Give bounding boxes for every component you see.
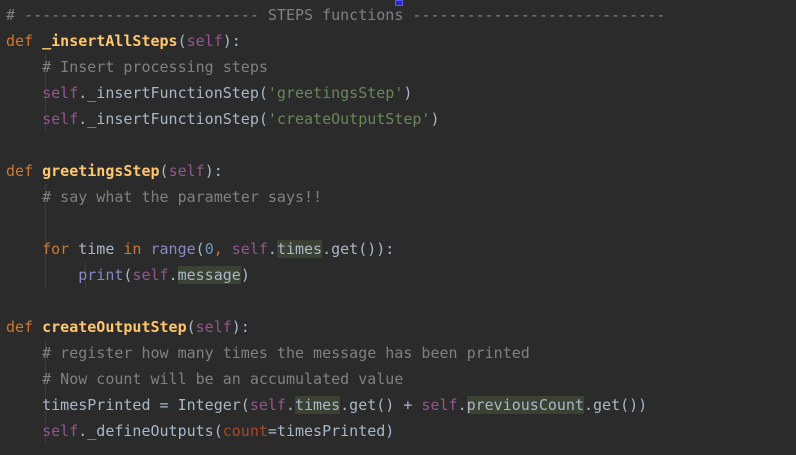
code-token: # Now count will be an accumulated value: [42, 370, 404, 388]
code-token: ): [403, 84, 413, 102]
code-token: message: [177, 266, 241, 284]
code-line: self._defineOutputs(count=timesPrinted): [6, 418, 394, 444]
code-token: (: [177, 32, 187, 50]
code-token: .get()): [584, 396, 648, 414]
code-token: def: [6, 32, 43, 50]
code-token: (: [159, 162, 169, 180]
code-token: ):: [231, 318, 250, 336]
code-token: ._insertFunctionStep(: [78, 110, 268, 128]
code-token: .: [168, 266, 178, 284]
code-line: def _insertAllSteps(self):: [6, 28, 241, 54]
code-token: previousCount: [466, 396, 584, 414]
code-token: range: [150, 240, 196, 258]
code-token: (: [195, 240, 205, 258]
code-token: in: [123, 240, 151, 258]
code-line: for time in range(0, self.times.get()):: [6, 236, 394, 262]
code-line: def createOutputStep(self):: [6, 314, 250, 340]
code-line: # -------------------------- STEPS funct…: [6, 2, 665, 28]
code-token: # register how many times the message ha…: [42, 344, 530, 362]
code-token: self: [186, 32, 223, 50]
code-token: (: [186, 318, 196, 336]
code-token: count: [222, 422, 268, 440]
code-token: times: [295, 396, 341, 414]
code-token: times: [276, 240, 323, 258]
code-token: 0: [204, 240, 214, 258]
code-token: .: [285, 396, 295, 414]
code-token: time: [78, 240, 124, 258]
code-token: self: [421, 396, 458, 414]
code-token: .: [457, 396, 467, 414]
code-line: def greetingsStep(self):: [6, 158, 223, 184]
code-token: =timesPrinted): [267, 422, 395, 440]
code-line: self._insertFunctionStep('greetingsStep'…: [6, 80, 412, 106]
code-token: def: [6, 318, 43, 336]
code-token: ._defineOutputs(: [78, 422, 223, 440]
code-token: self: [42, 84, 79, 102]
code-line: # Insert processing steps: [6, 54, 268, 80]
code-token: ): [430, 110, 440, 128]
code-line: timesPrinted = Integer(self.times.get() …: [6, 392, 647, 418]
scroll-marker: [395, 0, 403, 6]
code-token: self: [195, 318, 232, 336]
code-token: self: [132, 266, 169, 284]
code-token: self: [42, 422, 79, 440]
code-line: # Now count will be an accumulated value: [6, 366, 403, 392]
code-token: self: [168, 162, 205, 180]
code-editor[interactable]: # -------------------------- STEPS funct…: [0, 0, 796, 455]
code-token: greetingsStep: [42, 162, 160, 180]
code-token: .get()):: [322, 240, 395, 258]
code-token: .get() +: [340, 396, 422, 414]
code-token: timesPrinted = Integer(: [42, 396, 250, 414]
code-line: # say what the parameter says!!: [6, 184, 322, 210]
code-token: # -------------------------- STEPS funct…: [6, 6, 666, 24]
code-token: ):: [204, 162, 223, 180]
code-token: 'greetingsStep': [267, 84, 404, 102]
code-token: ._insertFunctionStep(: [78, 84, 268, 102]
code-token: def: [6, 162, 43, 180]
code-token: 'createOutputStep': [267, 110, 431, 128]
code-token: ):: [222, 32, 241, 50]
code-token: for: [42, 240, 79, 258]
code-line: # register how many times the message ha…: [6, 340, 530, 366]
code-token: createOutputStep: [42, 318, 187, 336]
code-token: self: [231, 240, 268, 258]
code-line: print(self.message): [6, 262, 250, 288]
code-token: # say what the parameter says!!: [42, 188, 323, 206]
code-token: print: [78, 266, 124, 284]
code-token: _insertAllSteps: [42, 32, 178, 50]
code-token: self: [42, 110, 79, 128]
code-line: self._insertFunctionStep('createOutputSt…: [6, 106, 440, 132]
code-token: self: [249, 396, 286, 414]
code-token: ): [240, 266, 250, 284]
code-token: # Insert processing steps: [42, 58, 268, 76]
code-token: ,: [213, 240, 232, 258]
code-token: .: [267, 240, 277, 258]
